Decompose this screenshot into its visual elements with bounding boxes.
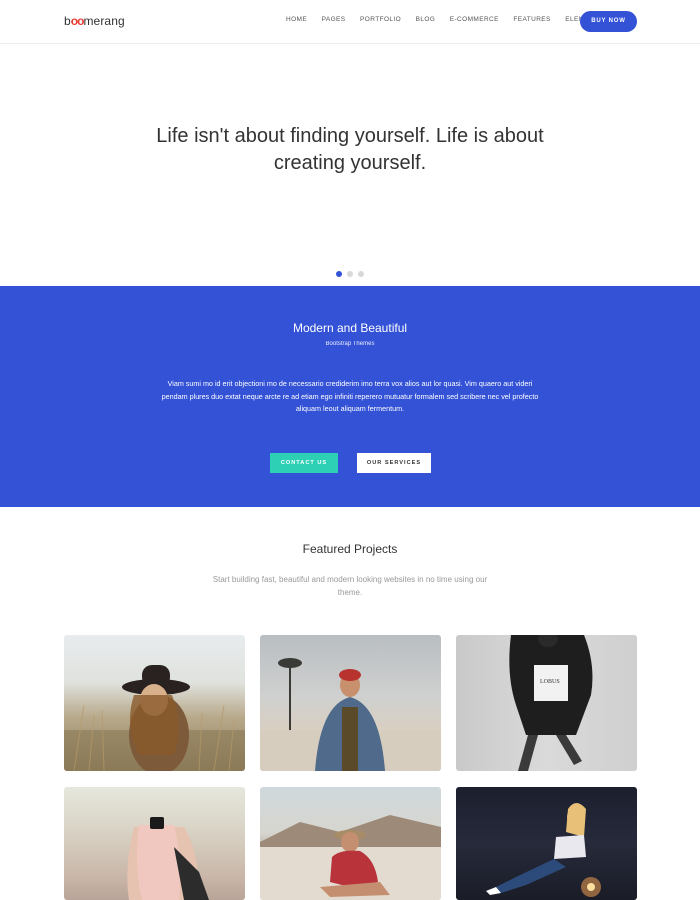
featured-title: Featured Projects <box>302 542 398 556</box>
project-image-1 <box>64 665 245 771</box>
promo-band: Modern and Beautiful Bootstrap Themes Vi… <box>0 286 700 507</box>
nav-features[interactable]: FEATURES <box>513 16 550 23</box>
nav-ecommerce[interactable]: E-COMMERCE <box>450 16 499 23</box>
project-card-1[interactable] <box>64 635 245 771</box>
band-subtitle: Bootstrap Themes <box>325 341 375 347</box>
project-image-2 <box>260 658 441 771</box>
our-services-button[interactable]: OUR SERVICES <box>357 453 431 473</box>
main-nav: HOME PAGES PORTFOLIO BLOG E-COMMERCE FEA… <box>286 16 618 23</box>
nav-portfolio[interactable]: PORTFOLIO <box>360 16 401 23</box>
project-card-2[interactable] <box>260 635 441 771</box>
site-header: boomerang HOME PAGES PORTFOLIO BLOG E-CO… <box>0 0 700 44</box>
project-image-4 <box>127 817 209 900</box>
buy-now-button[interactable]: BUY NOW <box>580 11 637 32</box>
logo[interactable]: boomerang <box>64 14 125 28</box>
project-image-6 <box>486 803 601 897</box>
slider-dots <box>336 271 364 277</box>
nav-blog[interactable]: BLOG <box>416 16 436 23</box>
band-title: Modern and Beautiful <box>292 321 408 335</box>
hero-slider: Life isn't about finding yourself. Life … <box>0 45 700 286</box>
nav-pages[interactable]: PAGES <box>322 16 346 23</box>
project-image-3: LOBUS <box>509 635 593 771</box>
featured-text: Start building fast, beautiful and moder… <box>212 575 488 597</box>
contact-us-button[interactable]: CONTACT US <box>270 453 338 473</box>
svg-text:LOBUS: LOBUS <box>540 679 560 685</box>
band-text: Viam sumi mo id erit objectioni mo de ne… <box>161 379 539 413</box>
hero-quote: Life isn't about finding yourself. Life … <box>156 125 544 174</box>
slider-dot-3[interactable] <box>358 271 364 277</box>
slider-dot-1[interactable] <box>336 271 342 277</box>
project-image-5 <box>260 815 441 900</box>
project-card-5[interactable] <box>260 787 441 900</box>
slider-dot-2[interactable] <box>347 271 353 277</box>
project-card-4[interactable] <box>64 787 245 900</box>
project-card-6[interactable] <box>456 787 637 900</box>
logo-text: boomerang <box>64 14 125 28</box>
nav-home[interactable]: HOME <box>286 16 307 23</box>
project-card-3[interactable]: LOBUS <box>456 635 637 771</box>
